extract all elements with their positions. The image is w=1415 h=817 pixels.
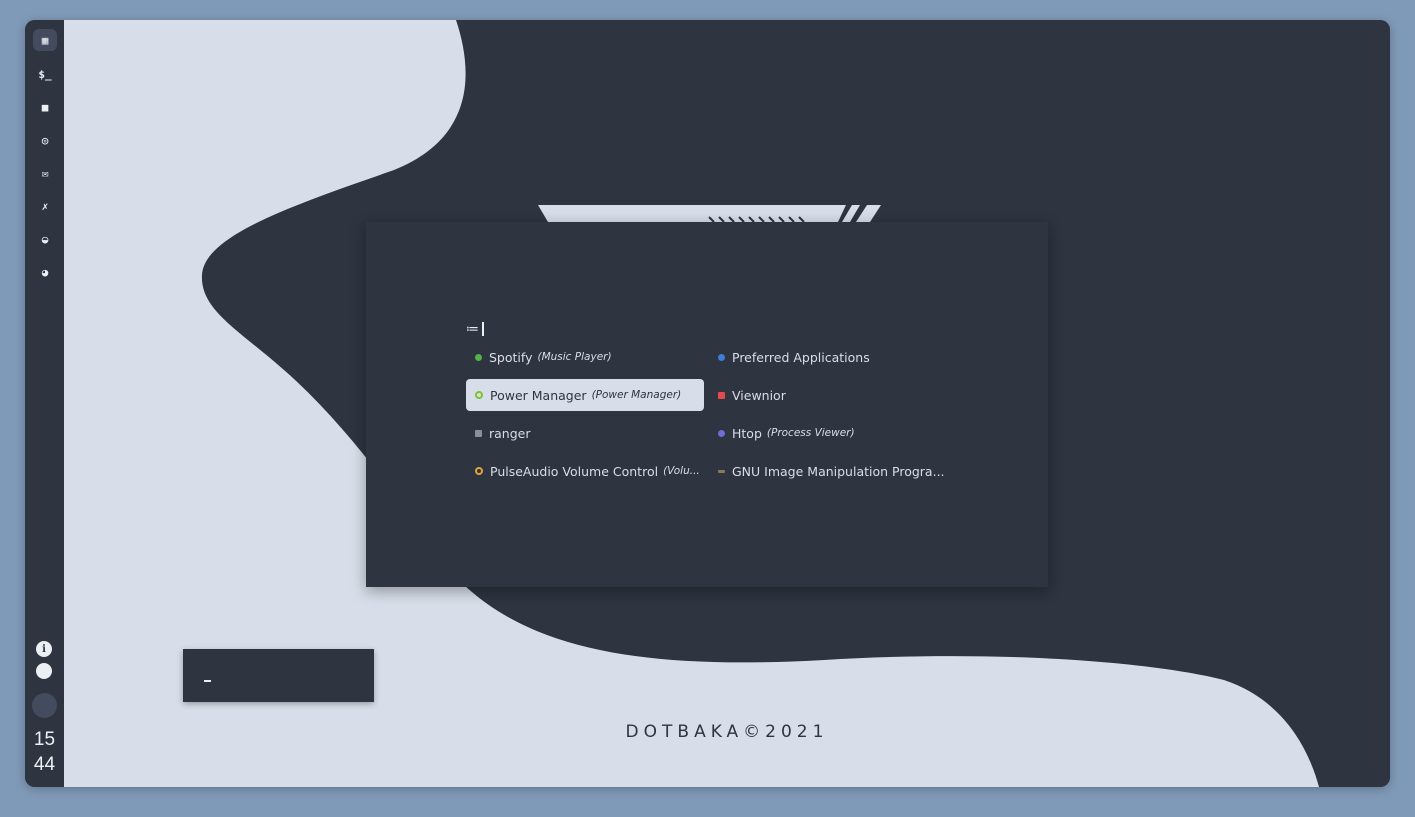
ranger-icon [475,429,482,437]
entry-label: Power Manager [490,387,587,403]
desktop-frame: ▦ $_ ■ ◎ ✉ ✗ ◒ ◕ i 15 44 ≔ Spotify (Musi… [25,20,1390,787]
entry-label: Spotify [489,349,533,365]
clock-minute: 44 [33,754,56,775]
launcher-entry-pulseaudio[interactable]: PulseAudio Volume Control (Volu... [466,455,704,487]
launcher-entry-spotify[interactable]: Spotify (Music Player) [466,341,704,373]
mail-icon[interactable]: ✉ [33,162,57,184]
terminal-cursor [204,680,211,682]
entry-label: PulseAudio Volume Control [490,463,659,479]
info-icon[interactable]: i [36,641,52,657]
text-cursor [482,322,484,336]
app-launcher: ≔ Spotify (Music Player) Preferred Appli… [366,222,1048,587]
launcher-entry-preferred-applications[interactable]: Preferred Applications [709,341,947,373]
terminal-icon[interactable]: $_ [33,63,57,85]
entry-label: GNU Image Manipulation Progra... [732,463,945,479]
power-icon[interactable] [36,663,52,679]
htop-icon [718,429,725,437]
github-icon[interactable]: ◒ [33,228,57,250]
folder-icon[interactable]: ■ [33,96,57,118]
spotify-icon [475,353,482,361]
launcher-entry-viewnior[interactable]: Viewnior [709,379,947,411]
info-glyph: i [42,643,46,655]
entry-label: Htop [732,425,762,441]
launcher-entry-power-manager[interactable]: Power Manager (Power Manager) [466,379,704,411]
launcher-entry-gimp[interactable]: GNU Image Manipulation Progra... [709,455,969,487]
terminal-window[interactable] [183,649,374,702]
list-icon: ≔ [466,321,479,337]
viewnior-icon [718,391,725,399]
entry-label: Preferred Applications [732,349,870,365]
clock-hour: 15 [33,729,56,750]
entry-sub: (Volu... [663,465,700,477]
entry-sub: (Power Manager) [591,389,682,401]
avatar[interactable] [32,693,57,718]
wallpaper: ≔ Spotify (Music Player) Preferred Appli… [64,20,1390,787]
entry-sub: (Music Player) [537,351,612,363]
reddit-icon[interactable]: ◕ [33,261,57,283]
gimp-icon [718,469,725,473]
preferences-icon [718,353,725,361]
sidebar: ▦ $_ ■ ◎ ✉ ✗ ◒ ◕ i 15 44 [25,20,64,787]
help-icon[interactable]: ◎ [33,129,57,151]
launcher-entry-htop[interactable]: Htop (Process Viewer) [709,417,947,449]
dashboard-icon[interactable]: ▦ [33,29,57,51]
pin-icon[interactable]: ✗ [33,195,57,217]
entry-label: Viewnior [732,387,786,403]
launcher-entry-ranger[interactable]: ranger [466,417,704,449]
launcher-prompt[interactable]: ≔ [466,321,484,337]
entry-label: ranger [489,425,531,441]
footer-credit: DOTBAKA©2021 [625,722,829,742]
entry-sub: (Process Viewer) [766,427,855,439]
power-manager-icon [475,391,483,399]
pulseaudio-icon [475,467,483,475]
